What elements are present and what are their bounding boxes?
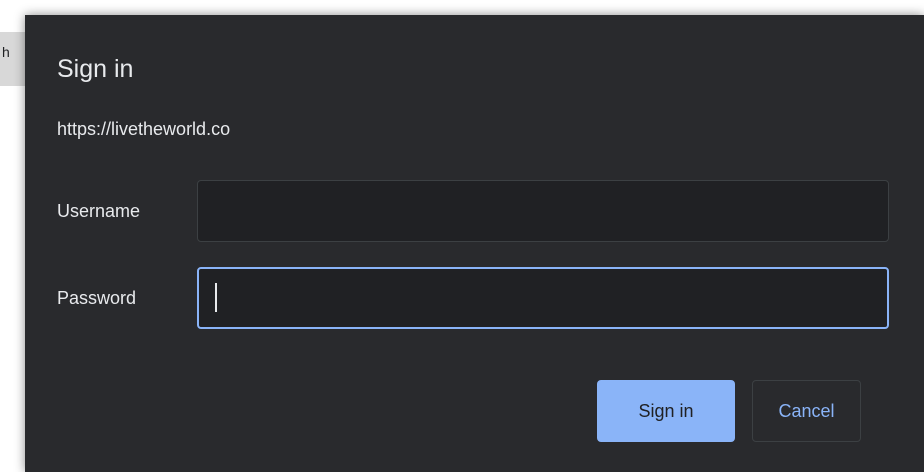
cancel-button[interactable]: Cancel	[752, 380, 861, 442]
sign-in-dialog: Sign in https://livetheworld.co Username…	[25, 15, 924, 472]
password-input[interactable]	[197, 267, 889, 329]
password-label: Password	[57, 288, 137, 308]
text-caret	[215, 283, 217, 312]
username-input[interactable]	[197, 180, 889, 242]
dialog-origin-url: https://livetheworld.co	[57, 119, 231, 139]
sign-in-button[interactable]: Sign in	[597, 380, 735, 442]
username-label: Username	[57, 201, 141, 221]
dialog-title: Sign in	[57, 55, 134, 83]
background-page-text: h	[2, 44, 10, 60]
